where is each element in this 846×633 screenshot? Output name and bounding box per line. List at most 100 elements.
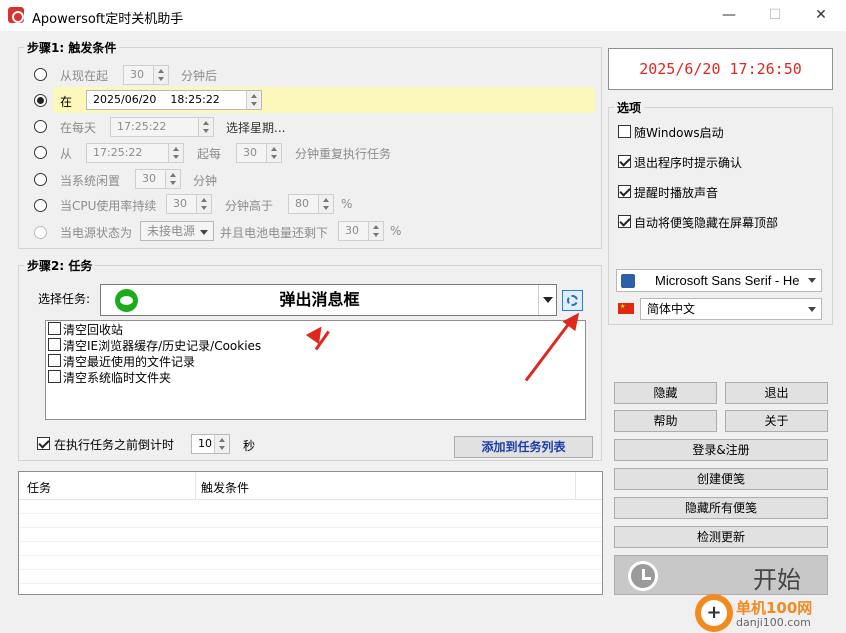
from-now-suffix: 分钟后: [181, 69, 218, 83]
play-sound-checkbox[interactable]: [618, 185, 631, 198]
app-window: Apowersoft定时关机助手 — ☐ ✕ 步骤1: 触发条件 从现在起 30…: [0, 0, 846, 633]
step2-legend: 步骤2: 任务: [24, 257, 96, 274]
cpu-minutes-value: 30: [173, 197, 187, 210]
trigger-radio-from-now[interactable]: [34, 68, 47, 81]
daily-time-value: 17:25:22: [117, 120, 167, 133]
trigger-radio-repeat[interactable]: [34, 146, 47, 159]
countdown-checkbox[interactable]: [37, 437, 50, 450]
countdown-seconds-value: 10: [198, 437, 212, 450]
task-select-value: 弹出消息框: [279, 290, 360, 309]
trigger-radio-at[interactable]: [34, 94, 47, 107]
maximize-button[interactable]: ☐: [752, 0, 798, 31]
repeat-suffix: 分钟重复执行任务: [295, 147, 392, 161]
from-now-minutes-stepper[interactable]: 30: [123, 65, 169, 85]
trigger-radio-power[interactable]: [34, 226, 47, 239]
trigger-radio-idle[interactable]: [34, 173, 47, 186]
watermark-logo-icon: +: [695, 594, 733, 632]
list-item-checkbox[interactable]: [48, 354, 61, 367]
hide-all-notes-button[interactable]: 隐藏所有便笺: [614, 497, 828, 519]
cpu-percent-unit: %: [341, 197, 353, 211]
close-button[interactable]: ✕: [798, 0, 844, 31]
cpu-above-label: 分钟高于: [225, 199, 274, 213]
battery-percent-stepper[interactable]: 30: [338, 221, 384, 241]
list-item-checkbox[interactable]: [48, 322, 61, 335]
language-value: 简体中文: [647, 302, 696, 316]
repeat-start-time-picker[interactable]: 17:25:22: [86, 143, 184, 163]
task-select[interactable]: 弹出消息框: [100, 284, 557, 316]
window-title: Apowersoft定时关机助手: [32, 12, 184, 27]
at-date-value: 2025/06/20: [93, 93, 157, 106]
trigger-repeat-label: 从: [60, 147, 73, 161]
cpu-minutes-stepper[interactable]: 30: [166, 194, 212, 214]
hide-button[interactable]: 隐藏: [614, 382, 717, 404]
china-flag-icon: ★: [618, 303, 634, 314]
start-with-windows-checkbox[interactable]: [618, 125, 631, 138]
create-note-button[interactable]: 创建便笺: [614, 468, 828, 490]
select-weekday-link[interactable]: 选择星期...: [226, 119, 285, 136]
watermark-name: 单机100网: [736, 599, 813, 617]
trigger-cpu-label: 当CPU使用率持续: [60, 199, 157, 213]
help-button[interactable]: 帮助: [614, 410, 717, 432]
about-button[interactable]: 关于: [725, 410, 828, 432]
font-icon: [621, 274, 635, 288]
table-header: [19, 472, 602, 500]
confirm-exit-checkbox[interactable]: [618, 155, 631, 168]
start-label: 开始: [753, 566, 801, 594]
add-to-task-list-button[interactable]: 添加到任务列表: [454, 436, 593, 458]
start-button[interactable]: 开始: [614, 555, 828, 595]
list-item: 清空最近使用的文件记录: [63, 355, 196, 369]
confirm-exit-label: 退出程序时提示确认: [634, 156, 743, 170]
list-item: 清空回收站: [63, 323, 124, 337]
battery-percent-value: 30: [345, 224, 359, 237]
trigger-daily-label: 在每天: [60, 121, 97, 135]
list-item: 清空IE浏览器缓存/历史记录/Cookies: [63, 339, 262, 353]
daily-time-picker[interactable]: 17:25:22: [110, 117, 214, 137]
countdown-label: 在执行任务之前倒计时: [54, 438, 175, 452]
list-item: 清空系统临时文件夹: [63, 371, 172, 385]
power-state-select[interactable]: 未接电源: [140, 221, 214, 241]
at-datetime-picker[interactable]: 2025/06/20 18:25:22: [86, 90, 262, 110]
login-register-button[interactable]: 登录&注册: [614, 439, 828, 461]
title-bar: Apowersoft定时关机助手 — ☐ ✕: [0, 0, 846, 31]
column-header-task[interactable]: 任务: [27, 479, 51, 496]
trigger-power-label: 当电源状态为: [60, 226, 133, 240]
idle-minutes-stepper[interactable]: 30: [135, 169, 181, 189]
watermark-url: danji100.com: [736, 616, 811, 629]
auto-hide-notes-checkbox[interactable]: [618, 215, 631, 228]
options-legend: 选项: [614, 99, 645, 116]
language-select[interactable]: 简体中文: [640, 298, 822, 320]
exit-button[interactable]: 退出: [725, 382, 828, 404]
trigger-from-now-label: 从现在起: [60, 69, 109, 83]
trigger-idle-label: 当系统闲置: [60, 174, 121, 188]
trigger-radio-cpu[interactable]: [34, 199, 47, 212]
idle-minutes-value: 30: [142, 172, 156, 185]
cpu-percent-stepper[interactable]: 80: [288, 194, 334, 214]
repeat-every-label: 起每: [197, 147, 222, 161]
trigger-radio-daily[interactable]: [34, 120, 47, 133]
font-value: Microsoft Sans Serif - He: [655, 273, 800, 288]
app-logo-icon: [8, 7, 24, 23]
list-item-checkbox[interactable]: [48, 370, 61, 383]
trigger-at-label: 在: [60, 95, 73, 109]
minimize-button[interactable]: —: [706, 0, 752, 31]
battery-percent-unit: %: [390, 224, 402, 238]
idle-suffix: 分钟: [193, 174, 218, 188]
countdown-unit: 秒: [243, 439, 256, 453]
countdown-seconds-stepper[interactable]: 10: [191, 434, 230, 454]
power-state-value: 未接电源: [147, 224, 196, 238]
select-task-label: 选择任务:: [38, 292, 91, 306]
repeat-time-value: 17:25:22: [93, 146, 143, 159]
cpu-percent-value: 80: [295, 197, 309, 210]
check-update-button[interactable]: 检测更新: [614, 526, 828, 548]
auto-hide-notes-label: 自动将便笺隐藏在屏幕顶部: [634, 216, 779, 230]
list-item-checkbox[interactable]: [48, 338, 61, 351]
gear-icon: [567, 295, 578, 306]
task-dropdown-arrow[interactable]: [538, 285, 556, 315]
current-time-display: 2025/6/20 17:26:50: [608, 48, 833, 90]
task-table: 任务 触发条件: [18, 471, 603, 595]
at-time-value: 18:25:22: [170, 93, 220, 106]
font-select[interactable]: Microsoft Sans Serif - He: [616, 269, 822, 292]
clock-icon: [628, 561, 658, 591]
column-header-trigger[interactable]: 触发条件: [201, 479, 249, 496]
repeat-minutes-stepper[interactable]: 30: [236, 143, 282, 163]
